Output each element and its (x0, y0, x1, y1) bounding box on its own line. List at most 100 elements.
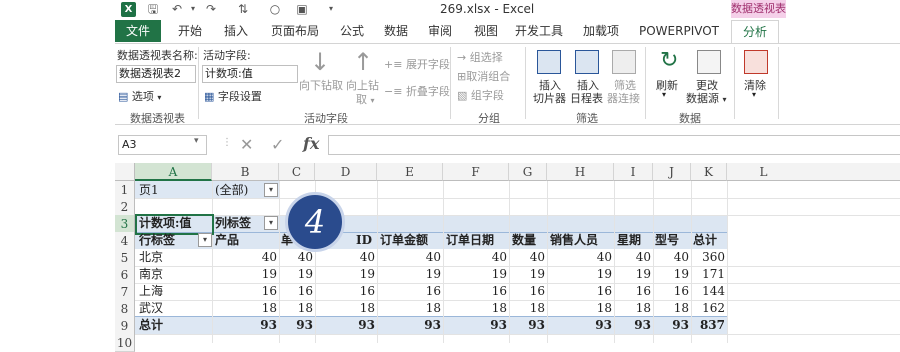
tab-home[interactable]: 开始 (172, 20, 208, 42)
row-header-6[interactable]: 6 (115, 266, 135, 284)
col-header-id: ID (356, 233, 373, 247)
field-settings-button[interactable]: ▦ 字段设置 (204, 88, 262, 104)
pivot-row-value: 18 (425, 301, 441, 315)
insert-function-icon[interactable]: fx (303, 134, 319, 153)
options-label: 选项 (131, 90, 154, 103)
pivot-row-value: 162 (702, 301, 725, 315)
pivot-row-value: 40 (425, 250, 441, 264)
active-field-group-label: 活动字段 (304, 112, 348, 125)
cancel-icon[interactable]: ✕ (240, 135, 253, 154)
row-header-1[interactable]: 1 (115, 181, 135, 199)
column-header-l[interactable]: L (727, 163, 900, 181)
options-button[interactable]: ▤ 选项 ▾ (118, 88, 161, 104)
circle-icon[interactable]: ○ (268, 2, 282, 16)
active-field-input[interactable]: 计数项:值 (202, 65, 298, 83)
row-header-10[interactable]: 10 (115, 334, 135, 352)
tab-addins[interactable]: 加载项 (578, 20, 624, 42)
ribbon-separator (450, 47, 451, 119)
row-header-9[interactable]: 9 (115, 317, 135, 335)
column-header-i[interactable]: I (614, 163, 653, 181)
drill-up-line2-text: 取 (356, 93, 367, 106)
pivot-row-value: 40 (261, 250, 277, 264)
tab-analyze[interactable]: 分析 (731, 20, 779, 44)
group-field-button[interactable]: ▧ 组字段 (457, 87, 504, 103)
group-selection-button[interactable]: → 组选择 (457, 49, 503, 65)
group-field-label: 组字段 (470, 89, 504, 102)
values-field-label[interactable]: 计数项:值 (139, 214, 191, 232)
pivot-row-value: 360 (702, 250, 725, 264)
column-header-k[interactable]: K (691, 163, 727, 181)
column-header-j[interactable]: J (653, 163, 691, 181)
pivot-row-value: 18 (491, 301, 507, 315)
camera-icon[interactable]: ▣ (295, 2, 309, 16)
tab-data[interactable]: 数据 (378, 20, 414, 42)
tab-page-layout[interactable]: 页面布局 (266, 20, 324, 42)
pivot-row-value: 16 (425, 284, 441, 298)
page-field-label: 页1 (139, 183, 159, 197)
tab-developer[interactable]: 开发工具 (510, 20, 568, 42)
row-header-5[interactable]: 5 (115, 249, 135, 267)
pivot-total-row-value: 837 (699, 318, 725, 332)
column-labels-dropdown-icon[interactable]: ▾ (264, 216, 278, 230)
column-header-a[interactable]: A (135, 163, 212, 181)
timeline-icon (575, 50, 599, 74)
tab-view[interactable]: 视图 (468, 20, 504, 42)
filter-group-label: 筛选 (576, 112, 598, 125)
redo-icon[interactable]: ↷ (204, 2, 218, 16)
pivot-row-value: 16 (491, 284, 507, 298)
row-header-7[interactable]: 7 (115, 283, 135, 301)
row-labels-dropdown-icon[interactable]: ▾ (198, 233, 212, 247)
expand-field-button[interactable]: +≡ 展开字段 (384, 56, 450, 72)
column-header-c[interactable]: C (279, 163, 315, 181)
gridline (135, 198, 900, 199)
column-header-l-text: L (759, 165, 768, 179)
row-header-4[interactable]: 4 (115, 232, 135, 250)
page-filter-dropdown-icon[interactable]: ▾ (264, 183, 278, 197)
pivot-row-value: 18 (673, 301, 689, 315)
tab-review[interactable]: 审阅 (422, 20, 458, 42)
pivot-total-row-value: 93 (528, 318, 545, 332)
group-selection-label: 组选择 (469, 51, 503, 64)
pivot-total-row-value: 93 (672, 318, 689, 332)
pivot-row-value: 18 (297, 301, 313, 315)
collapse-field-button[interactable]: −≡ 折叠字段 (384, 83, 450, 99)
undo-icon[interactable]: ↶ (170, 2, 184, 16)
formula-input[interactable] (328, 135, 900, 155)
qat-customize-icon[interactable]: ▾ (324, 2, 338, 16)
row-header-8[interactable]: 8 (115, 300, 135, 318)
ribbon-separator (525, 47, 526, 119)
column-header-f[interactable]: F (443, 163, 509, 181)
undo-dropdown-icon[interactable]: ▾ (186, 2, 200, 16)
change-source-label2[interactable]: 数据源 ▾ (686, 90, 727, 106)
column-header-d[interactable]: D (315, 163, 377, 181)
row-header-3[interactable]: 3 (115, 215, 135, 233)
filter-connections-icon (612, 50, 636, 74)
ungroup-button[interactable]: ⊞取消组合 (457, 68, 510, 84)
tab-file[interactable]: 文件 (115, 20, 161, 42)
tab-powerpivot[interactable]: POWERPIVOT (636, 20, 722, 42)
save-icon[interactable]: 🖫 (146, 2, 160, 16)
pivot-row-label: 武汉 (139, 301, 164, 315)
drill-down-icon: ↓ (310, 48, 331, 76)
sort-icon[interactable]: ⇅ (236, 2, 250, 16)
pivot-total-row-value: 93 (424, 318, 441, 332)
expand-field-label: 展开字段 (405, 58, 450, 71)
drill-up-button-line2: 取 ▾ (356, 91, 375, 107)
refresh-button[interactable]: 刷新 (656, 77, 678, 93)
col-header-product: 产品 (215, 233, 240, 247)
name-box-dropdown-icon[interactable]: ▾ (194, 136, 199, 146)
column-header-e[interactable]: E (377, 163, 443, 181)
drill-down-button[interactable]: 向下钻取 (299, 77, 343, 93)
select-all-corner[interactable] (115, 163, 135, 181)
pivot-row-value: 18 (359, 301, 375, 315)
page-field-value: (全部) (215, 183, 249, 197)
column-header-g[interactable]: G (509, 163, 547, 181)
column-header-b[interactable]: B (212, 163, 279, 181)
tab-formulas[interactable]: 公式 (334, 20, 370, 42)
tab-insert[interactable]: 插入 (218, 20, 254, 42)
row-header-2[interactable]: 2 (115, 198, 135, 216)
column-header-h[interactable]: H (547, 163, 614, 181)
enter-icon[interactable]: ✓ (271, 135, 284, 154)
pivot-name-input[interactable]: 数据透视表2 (116, 65, 196, 83)
drill-up-dropdown-icon: ▾ (370, 96, 375, 105)
